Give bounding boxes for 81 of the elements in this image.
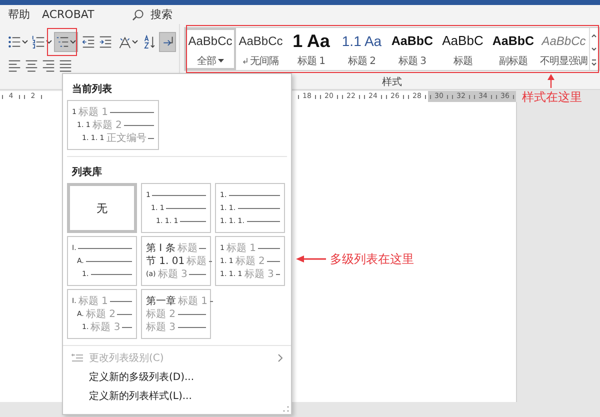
level-label: 标题 2 (86, 308, 116, 320)
level-label: 正文编号 (106, 132, 146, 144)
level-label: 标题 3 (90, 322, 120, 332)
resize-grip-icon (283, 406, 289, 412)
annotation-text: 多级列表在这里 (330, 251, 414, 268)
list-number: 节 1. 01 (146, 256, 185, 266)
list-number: 第 I 条 (146, 242, 176, 254)
level-label: 标题 1 (178, 296, 208, 306)
paragraph-marks-icon (161, 35, 174, 49)
style-label: 不明显强调 (540, 55, 588, 68)
level-label: 标题 1 (78, 296, 108, 306)
style-label: 副标题 (499, 54, 528, 68)
level-label: 标题 (177, 242, 198, 254)
level-label: 标题 2 (146, 308, 176, 320)
align-left-icon (8, 59, 21, 73)
return-mark-icon (243, 58, 248, 64)
section-title: 列表库 (70, 165, 103, 180)
paragraph-marks-button[interactable] (159, 32, 176, 52)
style-item[interactable]: AaBbCc 全部 (185, 28, 236, 70)
list-option[interactable]: 第一章 标题 1 标题 2 标题 3 (141, 289, 211, 339)
caret-icon (218, 59, 224, 63)
caret-icon (46, 40, 52, 44)
level-label: 标题 (186, 256, 207, 266)
level-label: 标题 3 (244, 268, 274, 280)
style-preview: AaBbCc (238, 33, 283, 50)
decrease-indent-icon (82, 35, 95, 49)
align-center-icon (25, 59, 38, 73)
list-level-icon (71, 352, 83, 362)
highlight-frame (47, 28, 77, 56)
style-preview: AaBbC (492, 33, 534, 50)
style-preview: 1 Aa (292, 30, 330, 52)
multilevel-list-icon (56, 35, 69, 49)
style-item[interactable]: AaBbCc 无间隔 (236, 28, 286, 70)
menu-command[interactable]: 定义新的多级列表(D)... (63, 367, 291, 386)
level-label: 标题 2 (235, 256, 265, 266)
arrow-icon (547, 74, 555, 88)
style-label: 全部 (196, 54, 216, 68)
sort-icon (144, 35, 157, 49)
search-icon (132, 8, 144, 20)
list-number: 第一章 (146, 296, 176, 306)
multilevel-list-button[interactable] (54, 32, 78, 52)
style-label: 无间隔 (250, 55, 278, 68)
justify-icon (59, 59, 72, 73)
style-preview: AaBbCc (188, 33, 232, 50)
level-label: 标题 1 (226, 242, 256, 254)
style-item[interactable]: 1 Aa 标题 1 (286, 28, 336, 70)
style-item[interactable]: AaBbC 标题 (438, 28, 488, 70)
search-field[interactable]: 搜索 (150, 8, 190, 21)
style-item[interactable]: AaBbC 标题 3 (387, 28, 438, 70)
style-label: 标题 1 (297, 54, 326, 68)
level-label: 标题 3 (146, 322, 176, 332)
numbered-list-icon (32, 35, 45, 49)
group-label: 样式 (382, 76, 402, 89)
style-preview: 1.1 Aa (342, 32, 382, 51)
menu-item[interactable]: 帮助 (8, 7, 30, 22)
style-item[interactable]: AaBbCc 不明显强调 (538, 28, 589, 70)
annotation-text: 样式在这里 (522, 89, 582, 106)
menu-command[interactable]: 定义新的列表样式(L)... (63, 386, 291, 405)
caret-icon (22, 40, 28, 44)
level-label: 标题 1 (78, 106, 108, 118)
level-label: 标题 3 (158, 268, 188, 280)
menu-item[interactable]: ACROBAT (42, 8, 94, 21)
option-label: 无 (96, 200, 108, 216)
style-preview: AaBbC (391, 33, 434, 50)
caret-icon (132, 40, 138, 44)
style-item[interactable]: 1.1 Aa 标题 2 (336, 28, 387, 70)
caret-icon (70, 40, 76, 44)
arrow-icon (296, 255, 326, 263)
style-label: 标题 (453, 54, 472, 68)
increase-indent-icon (99, 35, 112, 49)
style-item[interactable]: AaBbC 副标题 (488, 28, 538, 70)
style-label: 标题 2 (348, 54, 376, 68)
asian-layout-icon (118, 35, 131, 49)
style-preview: AaBbCc (542, 33, 586, 50)
style-preview: AaBbC (442, 32, 484, 50)
level-label: 标题 2 (92, 120, 122, 130)
style-label: 标题 3 (398, 54, 426, 68)
bullet-list-icon (8, 35, 21, 49)
section-title: 当前列表 (71, 82, 113, 97)
align-right-icon (42, 59, 55, 73)
list-option[interactable]: 无 (67, 183, 137, 233)
